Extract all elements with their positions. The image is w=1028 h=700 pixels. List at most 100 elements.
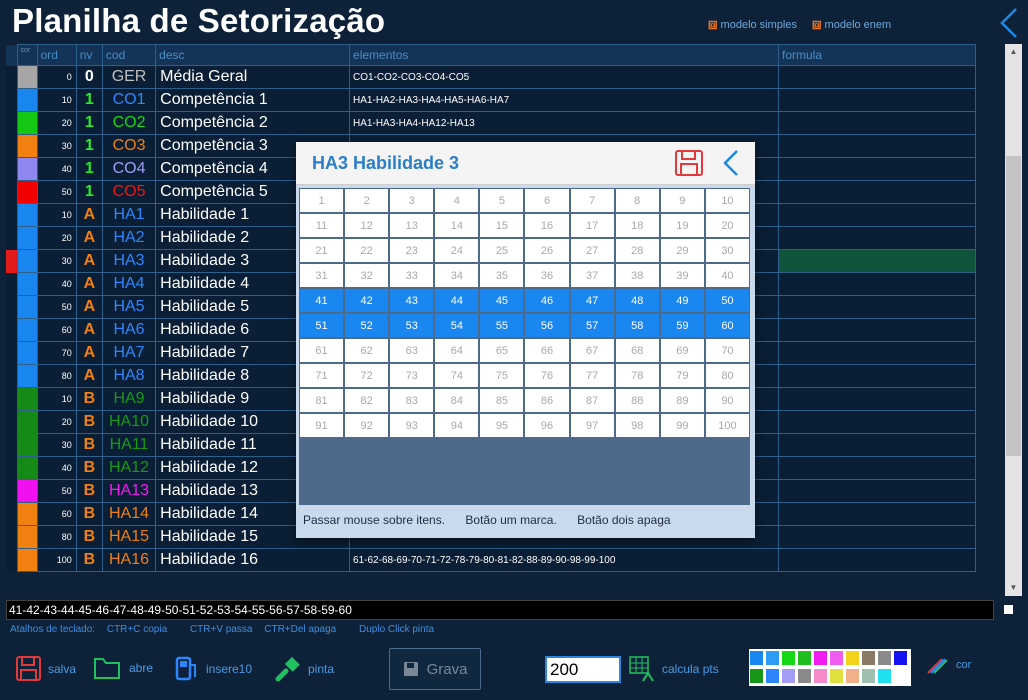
number-cell[interactable]: 84 <box>435 389 479 412</box>
palette-swatch[interactable] <box>798 669 811 683</box>
row-formula[interactable] <box>778 134 976 158</box>
row-desc[interactable]: Média Geral <box>155 65 351 89</box>
row-formula[interactable] <box>778 410 976 434</box>
number-cell[interactable]: 64 <box>435 339 479 362</box>
row-ord[interactable]: 20 <box>36 111 77 135</box>
number-cell[interactable]: 58 <box>615 314 659 337</box>
number-cell[interactable]: 6 <box>525 189 569 212</box>
row-cod[interactable]: HA8 <box>101 364 157 388</box>
number-cell[interactable]: 37 <box>570 264 614 287</box>
row-nv[interactable]: A <box>75 295 103 319</box>
row-nv[interactable]: 1 <box>75 111 103 135</box>
number-cell[interactable]: 24 <box>435 239 479 262</box>
row-cod[interactable]: HA1 <box>101 203 157 227</box>
number-cell[interactable]: 53 <box>390 314 434 337</box>
number-cell[interactable]: 93 <box>390 414 434 437</box>
row-marker[interactable] <box>6 480 17 503</box>
row-ord[interactable]: 10 <box>36 203 77 227</box>
row-marker[interactable] <box>6 273 17 296</box>
number-cell[interactable]: 51 <box>300 314 344 337</box>
grava-button[interactable]: Grava <box>389 648 481 690</box>
number-cell[interactable]: 16 <box>525 214 569 237</box>
number-cell[interactable]: 63 <box>390 339 434 362</box>
number-cell[interactable]: 72 <box>345 364 389 387</box>
row-marker[interactable] <box>6 181 17 204</box>
row-marker[interactable] <box>6 319 17 342</box>
row-formula[interactable] <box>778 502 976 526</box>
palette-swatch[interactable] <box>846 651 859 665</box>
number-cell[interactable]: 73 <box>390 364 434 387</box>
row-nv[interactable]: B <box>75 456 103 480</box>
number-cell[interactable]: 4 <box>435 189 479 212</box>
row-formula[interactable] <box>778 456 976 480</box>
number-cell[interactable]: 50 <box>705 289 749 312</box>
number-cell[interactable]: 18 <box>615 214 659 237</box>
row-ord[interactable]: 20 <box>36 410 77 434</box>
row-color-cell[interactable] <box>16 65 38 89</box>
row-marker[interactable] <box>6 112 17 135</box>
row-color-cell[interactable] <box>16 203 38 227</box>
row-nv[interactable]: B <box>75 525 103 549</box>
row-nv[interactable]: 1 <box>75 88 103 112</box>
table-row[interactable]: 100 B HA16 Habilidade 16 61-62-68-69-70-71-7… <box>6 548 976 572</box>
number-cell[interactable]: 85 <box>480 389 524 412</box>
column-header-cor[interactable]: cor <box>16 44 38 66</box>
row-ord[interactable]: 30 <box>36 134 77 158</box>
row-formula[interactable] <box>778 203 976 227</box>
row-ord[interactable]: 40 <box>36 456 77 480</box>
number-cell[interactable]: 11 <box>300 214 344 237</box>
row-cod[interactable]: CO2 <box>101 111 157 135</box>
row-ord[interactable]: 40 <box>36 157 77 181</box>
paint-button[interactable]: pinta <box>274 655 334 683</box>
palette-swatch[interactable] <box>782 669 795 683</box>
palette-swatch[interactable] <box>830 669 843 683</box>
number-cell[interactable]: 88 <box>615 389 659 412</box>
palette-swatch[interactable] <box>766 651 779 665</box>
row-color-cell[interactable] <box>16 433 38 457</box>
number-cell[interactable]: 20 <box>705 214 749 237</box>
palette-swatch[interactable] <box>894 651 907 665</box>
row-nv[interactable]: B <box>75 548 103 572</box>
row-elementos[interactable]: HA1-HA3-HA4-HA12-HA13 <box>349 111 780 135</box>
number-cell[interactable]: 13 <box>390 214 434 237</box>
number-cell[interactable]: 92 <box>345 414 389 437</box>
row-nv[interactable]: 0 <box>75 65 103 89</box>
row-cod[interactable]: HA12 <box>101 456 157 480</box>
number-cell[interactable]: 25 <box>480 239 524 262</box>
column-header-nv[interactable]: nv <box>75 44 103 66</box>
back-chevron-icon[interactable] <box>998 6 1020 40</box>
row-ord[interactable]: 10 <box>36 88 77 112</box>
row-marker[interactable] <box>6 66 17 89</box>
number-cell[interactable]: 21 <box>300 239 344 262</box>
row-cod[interactable]: HA4 <box>101 272 157 296</box>
modelo-simples-link[interactable]: ⧈ modelo simples <box>708 17 797 32</box>
number-cell[interactable]: 96 <box>525 414 569 437</box>
number-cell[interactable]: 34 <box>435 264 479 287</box>
palette-swatch[interactable] <box>830 651 843 665</box>
palette-swatch[interactable] <box>862 651 875 665</box>
number-cell[interactable]: 89 <box>660 389 704 412</box>
row-ord[interactable]: 50 <box>36 295 77 319</box>
open-button[interactable]: abre <box>93 655 153 680</box>
number-cell[interactable]: 55 <box>480 314 524 337</box>
palette-swatch[interactable] <box>750 651 763 665</box>
row-color-cell[interactable] <box>16 111 38 135</box>
save-icon[interactable] <box>674 149 704 177</box>
number-cell[interactable]: 7 <box>570 189 614 212</box>
row-nv[interactable]: B <box>75 410 103 434</box>
row-color-cell[interactable] <box>16 410 38 434</box>
row-marker[interactable] <box>6 249 18 273</box>
row-ord[interactable]: 50 <box>36 479 77 503</box>
number-cell[interactable]: 40 <box>705 264 749 287</box>
row-marker[interactable] <box>6 204 17 227</box>
number-cell[interactable]: 80 <box>705 364 749 387</box>
row-marker[interactable] <box>6 434 17 457</box>
row-cod[interactable]: HA10 <box>101 410 157 434</box>
number-cell[interactable]: 39 <box>660 264 704 287</box>
number-cell[interactable]: 74 <box>435 364 479 387</box>
table-row[interactable]: 10 1 CO1 Competência 1 HA1-HA2-HA3-HA4-HA5-H… <box>6 88 976 112</box>
row-formula[interactable] <box>778 525 976 549</box>
column-header-desc[interactable]: desc <box>155 44 351 66</box>
color-button[interactable]: cor <box>926 655 971 675</box>
scroll-up-icon[interactable]: ▲ <box>1005 44 1022 60</box>
